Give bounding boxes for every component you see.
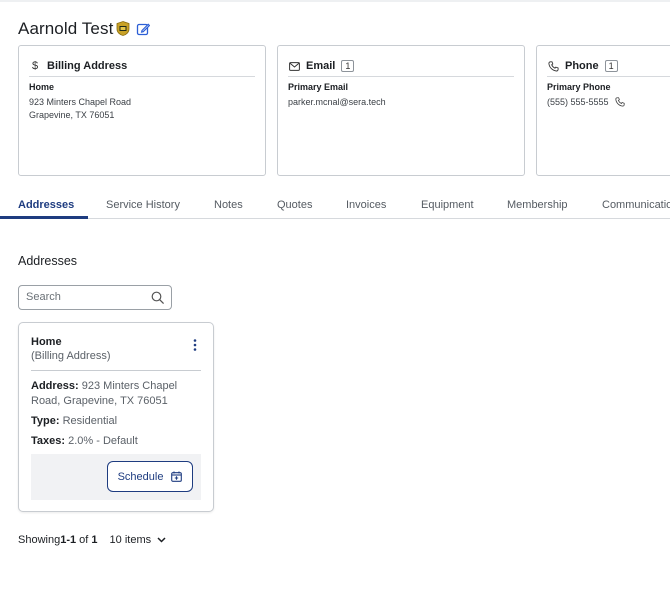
top-border: [0, 0, 670, 2]
billing-card-header: $ Billing Address: [29, 56, 255, 77]
customer-header: Aarnold Test: [18, 18, 151, 40]
taxes-label: Taxes:: [31, 435, 66, 447]
tab-equipment[interactable]: Equipment: [421, 199, 474, 211]
search-icon[interactable]: [151, 291, 164, 304]
primary-email-label: Primary Email: [288, 82, 349, 92]
shield-badge-icon: [116, 20, 130, 36]
phone-call-icon[interactable]: [614, 97, 625, 107]
kebab-menu-icon[interactable]: [192, 338, 198, 352]
phone-icon: [547, 60, 559, 71]
email-card: Email 1 Primary Email parker.mcnal@sera.…: [277, 45, 525, 176]
primary-phone-label: Primary Phone: [547, 82, 611, 92]
primary-email-value[interactable]: parker.mcnal@sera.tech: [288, 97, 386, 107]
billing-card-title: Billing Address: [47, 60, 128, 72]
email-card-title: Email: [306, 60, 336, 72]
type-label: Type:: [31, 415, 60, 427]
pagination-total: 1: [91, 534, 98, 546]
tab-communications[interactable]: Communications: [602, 199, 670, 211]
address-label: Address:: [31, 380, 79, 392]
edit-pencil-icon[interactable]: [136, 22, 151, 36]
address-card-divider: [31, 370, 201, 371]
customer-name: Aarnold Test: [18, 19, 114, 38]
tab-notes[interactable]: Notes: [214, 199, 243, 211]
per-page-value: 10 items: [109, 534, 152, 546]
tab-bar: Addresses Service History Notes Quotes I…: [0, 195, 670, 219]
billing-address-line1: 923 Minters Chapel Road: [29, 97, 132, 107]
primary-phone-row: (555) 555-5555: [547, 97, 625, 107]
search-input[interactable]: [26, 291, 146, 303]
pagination-range: 1-1: [60, 534, 77, 546]
address-card-footer: Schedule: [31, 454, 201, 500]
phone-card-header: Phone 1: [547, 56, 670, 77]
section-title: Addresses: [18, 254, 78, 268]
phone-count-badge: 1: [604, 60, 618, 72]
type-row: Type: Residential: [31, 414, 203, 429]
type-value: Residential: [59, 415, 118, 427]
search-box: [18, 285, 172, 310]
tab-service-history[interactable]: Service History: [106, 199, 180, 211]
billing-address-type: Home: [29, 82, 55, 92]
tab-quotes[interactable]: Quotes: [277, 199, 312, 211]
address-card-name: Home: [31, 336, 62, 348]
primary-phone-value: (555) 555-5555: [547, 97, 609, 107]
tab-addresses[interactable]: Addresses: [18, 199, 74, 211]
email-card-header: Email 1: [288, 56, 514, 77]
envelope-icon: [288, 61, 300, 71]
pagination-of: of: [76, 534, 92, 546]
pagination: Showing 1-1 of 1 10 items: [18, 534, 166, 546]
taxes-value: 2.0% - Default: [65, 435, 138, 447]
billing-address-card: $ Billing Address Home 923 Minters Chape…: [18, 45, 266, 176]
address-row: Address: 923 Minters Chapel Road, Grapev…: [31, 379, 203, 409]
billing-address-line2: Grapevine, TX 76051: [29, 110, 115, 120]
active-tab-indicator: [0, 216, 88, 219]
taxes-row: Taxes: 2.0% - Default: [31, 434, 203, 449]
chevron-down-icon: [157, 537, 166, 543]
email-count-badge: 1: [341, 60, 355, 72]
tab-membership[interactable]: Membership: [507, 199, 568, 211]
tab-invoices[interactable]: Invoices: [346, 199, 386, 211]
pagination-prefix: Showing: [18, 534, 61, 546]
calendar-add-icon: [171, 471, 183, 482]
schedule-button[interactable]: Schedule: [107, 461, 193, 492]
dollar-icon: $: [31, 60, 39, 72]
address-card-subtitle: (Billing Address): [31, 350, 111, 362]
address-card: Home (Billing Address) Address: 923 Mint…: [18, 322, 214, 512]
phone-card-title: Phone: [565, 60, 599, 72]
phone-card: Phone 1 Primary Phone (555) 555-5555: [536, 45, 670, 176]
schedule-button-label: Schedule: [117, 470, 164, 483]
per-page-select[interactable]: 10 items: [110, 534, 167, 546]
